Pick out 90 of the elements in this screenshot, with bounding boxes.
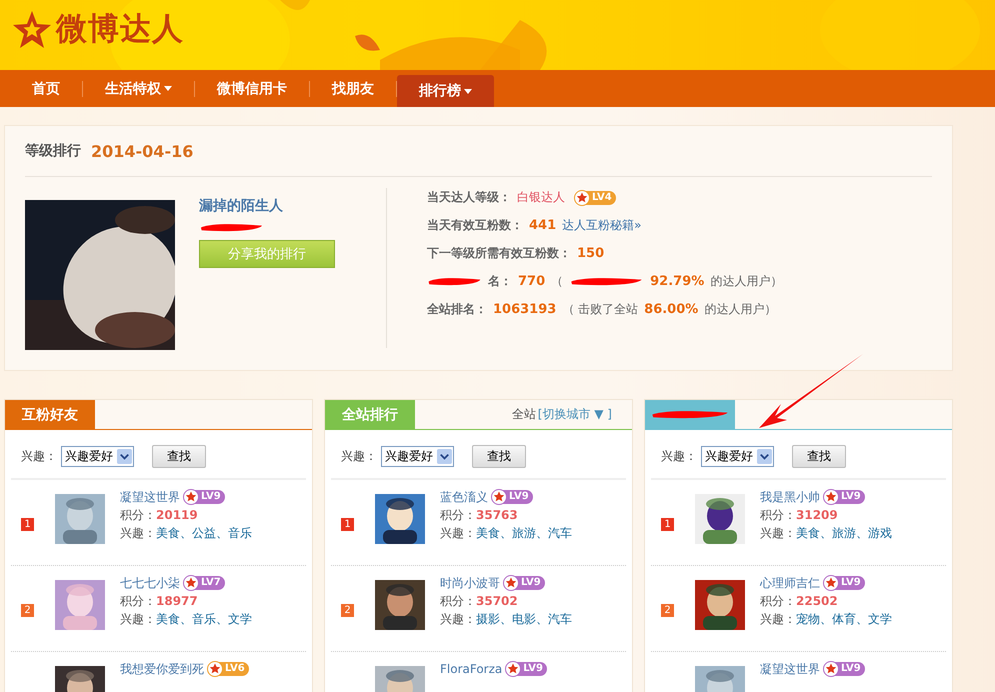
- stat-label: 下一等级所需有效互粉数：: [427, 245, 571, 262]
- score-value: 22502: [796, 594, 838, 608]
- interest-label: 兴趣：: [440, 612, 476, 626]
- site-logo-text: 微博达人: [56, 10, 184, 49]
- rank-badge: 1: [661, 518, 674, 531]
- interest-tags: 宠物、体育、文学: [796, 612, 892, 626]
- stat-label: 全站排名：: [427, 301, 487, 318]
- tips-link[interactable]: 达人互粉秘籍»: [562, 217, 642, 234]
- level-badge: LV9: [184, 490, 225, 504]
- score-value: 35702: [476, 594, 518, 608]
- user-name-link[interactable]: 时尚小波哥: [440, 574, 500, 592]
- interest-label: 兴趣：: [760, 612, 796, 626]
- panel-tab[interactable]: [645, 400, 735, 429]
- search-button[interactable]: 查找: [792, 445, 846, 468]
- score-value: 31209: [796, 508, 838, 522]
- stat-value: 1063193: [493, 302, 556, 317]
- star-logo-icon: [12, 9, 52, 49]
- nav-tab[interactable]: 生活特权: [83, 70, 194, 107]
- user-name-link[interactable]: 我想爱你爱到死: [120, 660, 204, 678]
- filter-label: 兴趣：: [661, 448, 697, 465]
- score-label: 积分：: [760, 508, 796, 522]
- level-badge: LV7: [184, 576, 225, 590]
- level-badge: LV9: [504, 576, 545, 590]
- interest-tags: 美食、旅游、汽车: [476, 526, 572, 540]
- filter-label: 兴趣：: [21, 448, 57, 465]
- stat-value: 86.00%: [644, 302, 698, 317]
- interest-tags: 美食、音乐、文学: [156, 612, 252, 626]
- interest-label: 兴趣：: [760, 526, 796, 540]
- user-name-link[interactable]: 我是黑小帅: [760, 488, 820, 506]
- level-badge: LV4: [575, 190, 616, 204]
- score-label: 积分：: [120, 508, 156, 522]
- redaction-mark: [427, 275, 482, 288]
- user-name-link[interactable]: 漏掉的陌生人: [199, 197, 283, 215]
- nav-tab[interactable]: 找朋友: [310, 70, 396, 107]
- score-value: 20119: [156, 508, 198, 522]
- nav-tab[interactable]: 首页: [10, 70, 82, 107]
- search-button[interactable]: 查找: [472, 445, 526, 468]
- stat-label: 当天达人等级：: [427, 189, 511, 206]
- rank-badge: 2: [21, 604, 34, 617]
- panel-tab[interactable]: 互粉好友: [5, 400, 95, 429]
- score-label: 积分：: [760, 594, 796, 608]
- stat-value: 441: [529, 218, 556, 233]
- date-text: 2014-04-16: [91, 142, 194, 160]
- switch-city-link[interactable]: [切换城市 ▼ ]: [538, 407, 612, 421]
- nav-tab[interactable]: 排行榜: [397, 75, 494, 107]
- interest-tags: 美食、公益、音乐: [156, 526, 252, 540]
- stat-label: 名：: [488, 273, 512, 290]
- level-badge: LV9: [824, 662, 865, 676]
- search-button[interactable]: 查找: [152, 445, 206, 468]
- interest-dropdown[interactable]: 兴趣爱好: [61, 446, 134, 467]
- scope-text: 全站: [512, 407, 536, 421]
- user-name-link[interactable]: 凝望这世界: [120, 488, 180, 506]
- user-name-link[interactable]: 七七七小柒: [120, 574, 180, 592]
- score-label: 积分：: [120, 594, 156, 608]
- level-badge: LV9: [506, 662, 547, 676]
- section-title: 等级排行: [25, 142, 81, 160]
- filter-label: 兴趣：: [341, 448, 377, 465]
- stat-note: （ 击败了全站: [562, 301, 638, 318]
- level-badge: LV9: [824, 576, 865, 590]
- score-value: 18977: [156, 594, 198, 608]
- stat-value: 150: [577, 246, 604, 261]
- interest-label: 兴趣：: [120, 612, 156, 626]
- user-name-link[interactable]: FloraForza: [440, 660, 502, 678]
- stat-label: 当天有效互粉数：: [427, 217, 523, 234]
- stat-note: 的达人用户）: [704, 301, 776, 318]
- rank-badge: 1: [21, 518, 34, 531]
- nav-tab[interactable]: 微博信用卡: [195, 70, 309, 107]
- level-name: 白银达人: [517, 189, 565, 206]
- user-name-link[interactable]: 心理师吉仁: [760, 574, 820, 592]
- score-label: 积分：: [440, 508, 476, 522]
- interest-dropdown[interactable]: 兴趣爱好: [381, 446, 454, 467]
- interest-label: 兴趣：: [120, 526, 156, 540]
- interest-tags: 美食、旅游、游戏: [796, 526, 892, 540]
- stat-value: 770: [518, 274, 546, 289]
- stat-note: 的达人用户）: [710, 273, 782, 290]
- stat-value: 92.79%: [650, 274, 704, 289]
- user-name-link[interactable]: 凝望这世界: [760, 660, 820, 678]
- rank-badge: 2: [661, 604, 674, 617]
- level-badge: LV9: [824, 490, 865, 504]
- interest-label: 兴趣：: [440, 526, 476, 540]
- level-badge: LV6: [208, 662, 249, 676]
- rank-badge: 1: [341, 518, 354, 531]
- rank-badge: 2: [341, 604, 354, 617]
- user-name-link[interactable]: 蓝色滀义: [440, 488, 488, 506]
- level-badge: LV9: [492, 490, 533, 504]
- stat-note: （: [551, 273, 564, 290]
- score-value: 35763: [476, 508, 518, 522]
- interest-dropdown[interactable]: 兴趣爱好: [701, 446, 774, 467]
- interest-tags: 摄影、电影、汽车: [476, 612, 572, 626]
- score-label: 积分：: [440, 594, 476, 608]
